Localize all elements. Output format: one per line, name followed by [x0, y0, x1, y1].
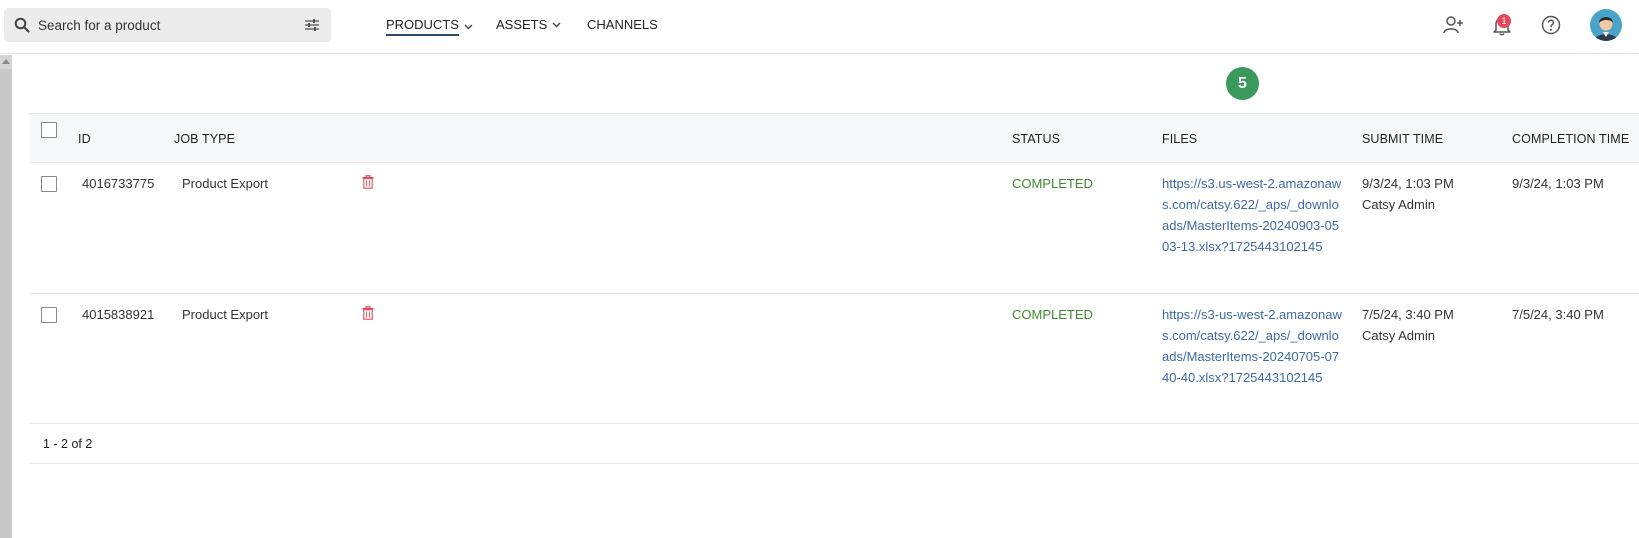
filter-icon[interactable] — [304, 18, 320, 32]
job-id: 4015838921 — [82, 307, 155, 322]
status-badge: COMPLETED — [1012, 176, 1093, 191]
top-bar: PRODUCTS ASSETS CHANNELS 1 — [0, 0, 1639, 54]
submitted-by: Catsy Admin — [1362, 328, 1435, 343]
nav-channels-label: CHANNELS — [587, 17, 658, 32]
trash-icon[interactable] — [362, 175, 374, 189]
file-link[interactable]: https://s3.us-west-2.amazonaws.com/catsy… — [1162, 173, 1342, 257]
add-user-icon[interactable] — [1442, 14, 1464, 36]
step-marker: 5 — [1226, 67, 1259, 100]
job-type: Product Export — [182, 176, 268, 191]
header-files[interactable]: FILES — [1162, 132, 1197, 146]
table-row: 4016733775 Product Export COMPLETED http… — [30, 163, 1639, 294]
nav-channels[interactable]: CHANNELS — [587, 17, 658, 32]
trash-icon[interactable] — [362, 306, 374, 320]
job-id: 4016733775 — [82, 176, 155, 191]
select-all-checkbox[interactable] — [41, 122, 57, 138]
submit-time: 9/3/24, 1:03 PM — [1362, 176, 1454, 191]
table-header: ID JOB TYPE STATUS FILES SUBMIT TIME COM… — [30, 113, 1639, 163]
scrollbar[interactable] — [0, 55, 12, 538]
nav-products[interactable]: PRODUCTS — [386, 17, 473, 36]
nav-assets[interactable]: ASSETS — [496, 17, 561, 32]
avatar[interactable] — [1590, 9, 1622, 41]
file-link[interactable]: https://s3-us-west-2.amazonaws.com/catsy… — [1162, 304, 1342, 388]
header-id[interactable]: ID — [78, 132, 91, 146]
search-icon[interactable] — [14, 17, 30, 33]
scrollbar-thumb[interactable] — [0, 69, 12, 538]
notification-badge: 1 — [1497, 14, 1511, 28]
chevron-down-icon — [464, 24, 473, 29]
completion-time: 7/5/24, 3:40 PM — [1512, 307, 1604, 322]
table-row: 4015838921 Product Export COMPLETED http… — [30, 294, 1639, 424]
row-checkbox[interactable] — [41, 307, 57, 323]
help-icon[interactable] — [1540, 14, 1562, 36]
header-job-type[interactable]: JOB TYPE — [174, 132, 235, 146]
search-bar — [4, 8, 331, 42]
nav-assets-label: ASSETS — [496, 17, 548, 32]
row-checkbox[interactable] — [41, 176, 57, 192]
chevron-down-icon — [552, 22, 561, 27]
submitted-by: Catsy Admin — [1362, 197, 1435, 212]
pagination-footer: 1 - 2 of 2 — [30, 424, 1639, 464]
header-submit-time[interactable]: SUBMIT TIME — [1362, 132, 1443, 146]
status-badge: COMPLETED — [1012, 307, 1093, 322]
header-status[interactable]: STATUS — [1012, 132, 1060, 146]
search-input[interactable] — [38, 8, 298, 42]
job-type: Product Export — [182, 307, 268, 322]
pagination-summary: 1 - 2 of 2 — [43, 437, 93, 451]
submit-time: 7/5/24, 3:40 PM — [1362, 307, 1454, 322]
header-completion-time[interactable]: COMPLETION TIME — [1512, 132, 1629, 146]
scroll-up-arrow-icon[interactable] — [2, 59, 10, 64]
completion-time: 9/3/24, 1:03 PM — [1512, 176, 1604, 191]
avatar-image — [1590, 9, 1622, 41]
nav-products-label: PRODUCTS — [386, 17, 459, 36]
